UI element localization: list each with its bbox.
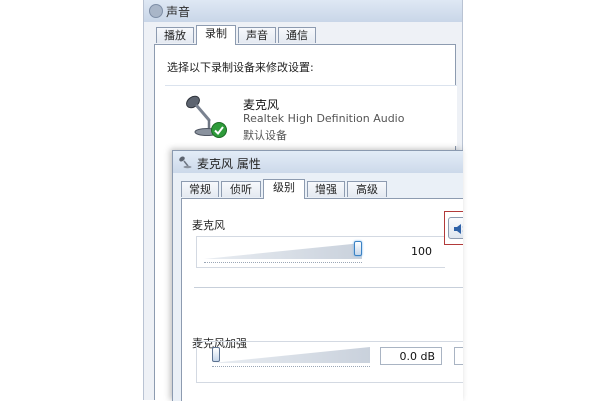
dialog-title: 麦克风 属性 (197, 157, 261, 171)
tab-advanced[interactable]: 高级 (347, 181, 387, 197)
microphone-level-value: 100 (411, 245, 432, 258)
device-list-item[interactable]: 麦克风 Realtek High Definition Audio 默认设备 (165, 85, 457, 146)
window-title: 声音 (166, 5, 191, 19)
microphone-boost-thumb[interactable] (212, 347, 220, 362)
microphone-properties-dialog: 麦克风 属性 常规 侦听 级别 增强 高级 麦克风 100 麦克风加强 0.0 … (172, 150, 463, 401)
default-check-icon (211, 122, 227, 138)
mute-button[interactable] (448, 217, 463, 239)
tab-playback[interactable]: 播放 (156, 27, 194, 43)
tab-sounds[interactable]: 声音 (238, 27, 276, 43)
device-status: 默认设备 (243, 129, 287, 142)
microphone-icon (179, 156, 192, 169)
tab-listen[interactable]: 侦听 (221, 181, 261, 197)
device-driver: Realtek High Definition Audio (243, 112, 405, 125)
sound-app-icon (149, 4, 163, 18)
tab-communications[interactable]: 通信 (278, 27, 316, 43)
group-separator (194, 287, 463, 288)
microphone-boost-slider[interactable] (212, 347, 370, 367)
tab-general[interactable]: 常规 (181, 181, 219, 197)
device-name: 麦克风 (243, 98, 280, 112)
tab-recording[interactable]: 录制 (196, 25, 236, 45)
tab-enhancements[interactable]: 增强 (307, 181, 345, 197)
dialog-titlebar[interactable]: 麦克风 属性 (173, 151, 463, 173)
tab-levels[interactable]: 级别 (263, 179, 305, 199)
levels-panel: 麦克风 100 麦克风加强 0.0 dB (181, 198, 463, 401)
boost-button-partial[interactable] (454, 347, 463, 365)
microphone-level-label: 麦克风 (192, 219, 225, 232)
instruction-text: 选择以下录制设备来修改设置: (167, 61, 314, 74)
speaker-icon (454, 224, 463, 234)
microphone-level-slider[interactable] (204, 243, 362, 263)
microphone-level-thumb[interactable] (354, 241, 362, 256)
sound-window-titlebar[interactable]: 声音 (144, 0, 462, 22)
microphone-boost-value: 0.0 dB (380, 347, 442, 365)
